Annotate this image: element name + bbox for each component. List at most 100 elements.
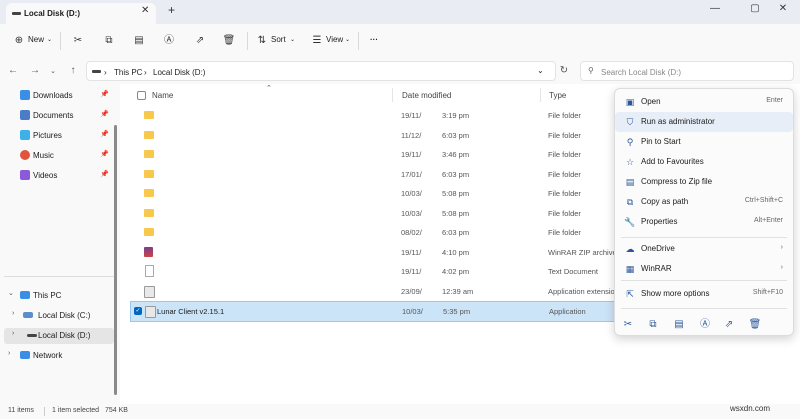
- expand-chevron-icon[interactable]: ⌄: [8, 289, 14, 297]
- sort-button[interactable]: Sort: [271, 35, 286, 44]
- forward-arrow-icon[interactable]: →: [29, 65, 41, 76]
- table-row[interactable]: 19/11/4:02 pm Text Document: [130, 262, 615, 281]
- menu-item-add-to-favourites[interactable]: ☆ Add to Favourites: [615, 152, 793, 172]
- expand-chevron-icon[interactable]: ›: [12, 310, 14, 317]
- pin-icon[interactable]: 📌: [100, 90, 109, 98]
- close-window-button[interactable]: ✕: [774, 3, 792, 14]
- sidebar-item-documents[interactable]: Documents 📌: [8, 108, 113, 124]
- toolbar-divider: [247, 32, 248, 50]
- search-input[interactable]: Search Local Disk (D:): [601, 68, 681, 77]
- menu-item-properties[interactable]: 🔧 Properties Alt+Enter: [615, 212, 793, 232]
- more-options-button[interactable]: ···: [370, 35, 378, 44]
- rename-icon[interactable]: Ⓐ: [698, 318, 712, 332]
- status-selected-size: 754 KB: [105, 407, 128, 414]
- menu-item-shortcut: Alt+Enter: [754, 217, 783, 224]
- maximize-button[interactable]: ▢: [746, 3, 764, 14]
- menu-item-copy-as-path[interactable]: ⧉ Copy as path Ctrl+Shift+C: [615, 192, 793, 212]
- refresh-icon[interactable]: ↻: [558, 65, 570, 76]
- column-header-date-modified[interactable]: Date modified: [402, 91, 451, 100]
- menu-item-label: Compress to Zip file: [641, 177, 713, 186]
- table-row[interactable]: 19/11/3:46 pm File folder: [130, 145, 615, 164]
- pin-icon[interactable]: 📌: [100, 110, 109, 118]
- breadcrumb-this-pc[interactable]: This PC: [114, 68, 142, 77]
- sidebar-item-local-disk-c[interactable]: › Local Disk (C:): [12, 308, 113, 324]
- sidebar-item-videos[interactable]: Videos 📌: [8, 168, 113, 184]
- share-icon[interactable]: ⇗: [722, 318, 736, 332]
- new-button[interactable]: New: [28, 35, 44, 44]
- menu-divider: [621, 308, 787, 309]
- address-dropdown-icon[interactable]: ⌄: [537, 66, 544, 75]
- file-date: 08/02/: [401, 228, 422, 237]
- folder-icon: [144, 150, 154, 158]
- expand-chevron-icon[interactable]: ›: [12, 330, 14, 337]
- address-bar[interactable]: › This PC › Local Disk (D:) ⌄: [86, 61, 556, 81]
- table-row[interactable]: ✓ Lunar Client v2.15.1 10/03/5:35 pm Applic…: [130, 301, 617, 322]
- videos-icon: [20, 170, 30, 180]
- menu-item-pin-to-start[interactable]: ⚲ Pin to Start: [615, 132, 793, 152]
- sidebar-item-this-pc[interactable]: ⌄ This PC: [8, 288, 113, 304]
- tab-local-disk-d[interactable]: Local Disk (D:) ✕: [6, 3, 156, 24]
- paste-icon[interactable]: ▤: [672, 318, 686, 332]
- file-time: 4:10 pm: [442, 248, 470, 257]
- copy-icon[interactable]: ⧉: [102, 34, 116, 48]
- table-row[interactable]: 08/02/6:03 pm File folder: [130, 223, 615, 242]
- table-row[interactable]: 17/01/6:03 pm File folder: [130, 165, 615, 184]
- menu-item-label: Run as administrator: [641, 117, 715, 126]
- properties-icon: 🔧: [624, 217, 636, 227]
- recent-chevron-icon[interactable]: ⌄: [47, 67, 59, 75]
- menu-item-run-as-administrator[interactable]: ⛉ Run as administrator: [615, 112, 793, 132]
- file-date: 10/03/: [401, 189, 422, 198]
- toolbar-divider: [358, 32, 359, 50]
- folder-icon: [144, 228, 154, 236]
- table-row[interactable]: 19/11/4:10 pm WinRAR ZIP archive: [130, 243, 617, 262]
- delete-icon[interactable]: 🗑: [222, 34, 236, 48]
- paste-icon[interactable]: ▤: [132, 34, 146, 48]
- sidebar-item-downloads[interactable]: Downloads 📌: [8, 88, 113, 104]
- share-icon[interactable]: ⇗: [193, 34, 207, 48]
- back-arrow-icon[interactable]: ←: [7, 65, 19, 76]
- cut-icon[interactable]: ✂: [621, 318, 635, 332]
- text-file-icon: [145, 265, 154, 277]
- sort-indicator-icon: ⌃: [266, 85, 272, 92]
- status-selected-count: 1 item selected: [52, 407, 100, 414]
- file-type: File folder: [548, 150, 581, 159]
- table-row[interactable]: 19/11/3:19 pm File folder: [130, 106, 615, 125]
- rename-icon[interactable]: Ⓐ: [162, 34, 176, 48]
- delete-icon[interactable]: 🗑: [748, 318, 762, 332]
- table-row[interactable]: 11/12/6:03 pm File folder: [130, 126, 615, 145]
- pin-icon[interactable]: 📌: [100, 150, 109, 158]
- expand-chevron-icon[interactable]: ›: [8, 350, 10, 357]
- column-header-type[interactable]: Type: [549, 91, 566, 100]
- close-tab-icon[interactable]: ✕: [141, 5, 149, 16]
- music-icon: [20, 150, 30, 160]
- sidebar-item-label: Network: [33, 351, 63, 360]
- menu-item-show-more-options[interactable]: ⇱ Show more options Shift+F10: [615, 284, 793, 304]
- sidebar-scrollbar[interactable]: [114, 125, 117, 395]
- view-button[interactable]: View: [326, 35, 343, 44]
- pin-icon[interactable]: 📌: [100, 130, 109, 138]
- cut-icon[interactable]: ✂: [71, 34, 85, 48]
- pictures-icon: [20, 130, 30, 140]
- table-row[interactable]: 23/09/12:39 am Application extensio: [130, 282, 615, 301]
- sidebar-item-pictures[interactable]: Pictures 📌: [8, 128, 113, 144]
- table-row[interactable]: 10/03/5:08 pm File folder: [130, 204, 615, 223]
- table-row[interactable]: 10/03/5:08 pm File folder: [130, 184, 615, 203]
- select-all-checkbox[interactable]: [137, 91, 146, 100]
- search-box[interactable]: ⚲ Search Local Disk (D:): [580, 61, 794, 81]
- pin-icon[interactable]: 📌: [100, 170, 109, 178]
- sidebar-item-network[interactable]: › Network: [8, 348, 113, 364]
- sidebar-item-local-disk-d[interactable]: › Local Disk (D:): [4, 328, 114, 344]
- sidebar-item-label: Local Disk (D:): [38, 331, 91, 340]
- sidebar-item-music[interactable]: Music 📌: [8, 148, 113, 164]
- new-tab-button[interactable]: +: [168, 3, 175, 17]
- menu-item-open[interactable]: ▣ Open Enter: [615, 92, 793, 112]
- minimize-button[interactable]: —: [706, 3, 724, 14]
- menu-item-winrar[interactable]: ▦ WinRAR ›: [615, 259, 793, 279]
- menu-item-onedrive[interactable]: ☁ OneDrive ›: [615, 239, 793, 259]
- menu-item-compress-to-zip-file[interactable]: ▤ Compress to Zip file: [615, 172, 793, 192]
- up-arrow-icon[interactable]: ↑: [67, 65, 79, 76]
- column-header-name[interactable]: Name: [152, 91, 173, 100]
- row-checkbox[interactable]: ✓: [134, 307, 142, 315]
- copy-icon[interactable]: ⧉: [646, 318, 660, 332]
- breadcrumb-local-disk-d[interactable]: Local Disk (D:): [153, 68, 205, 77]
